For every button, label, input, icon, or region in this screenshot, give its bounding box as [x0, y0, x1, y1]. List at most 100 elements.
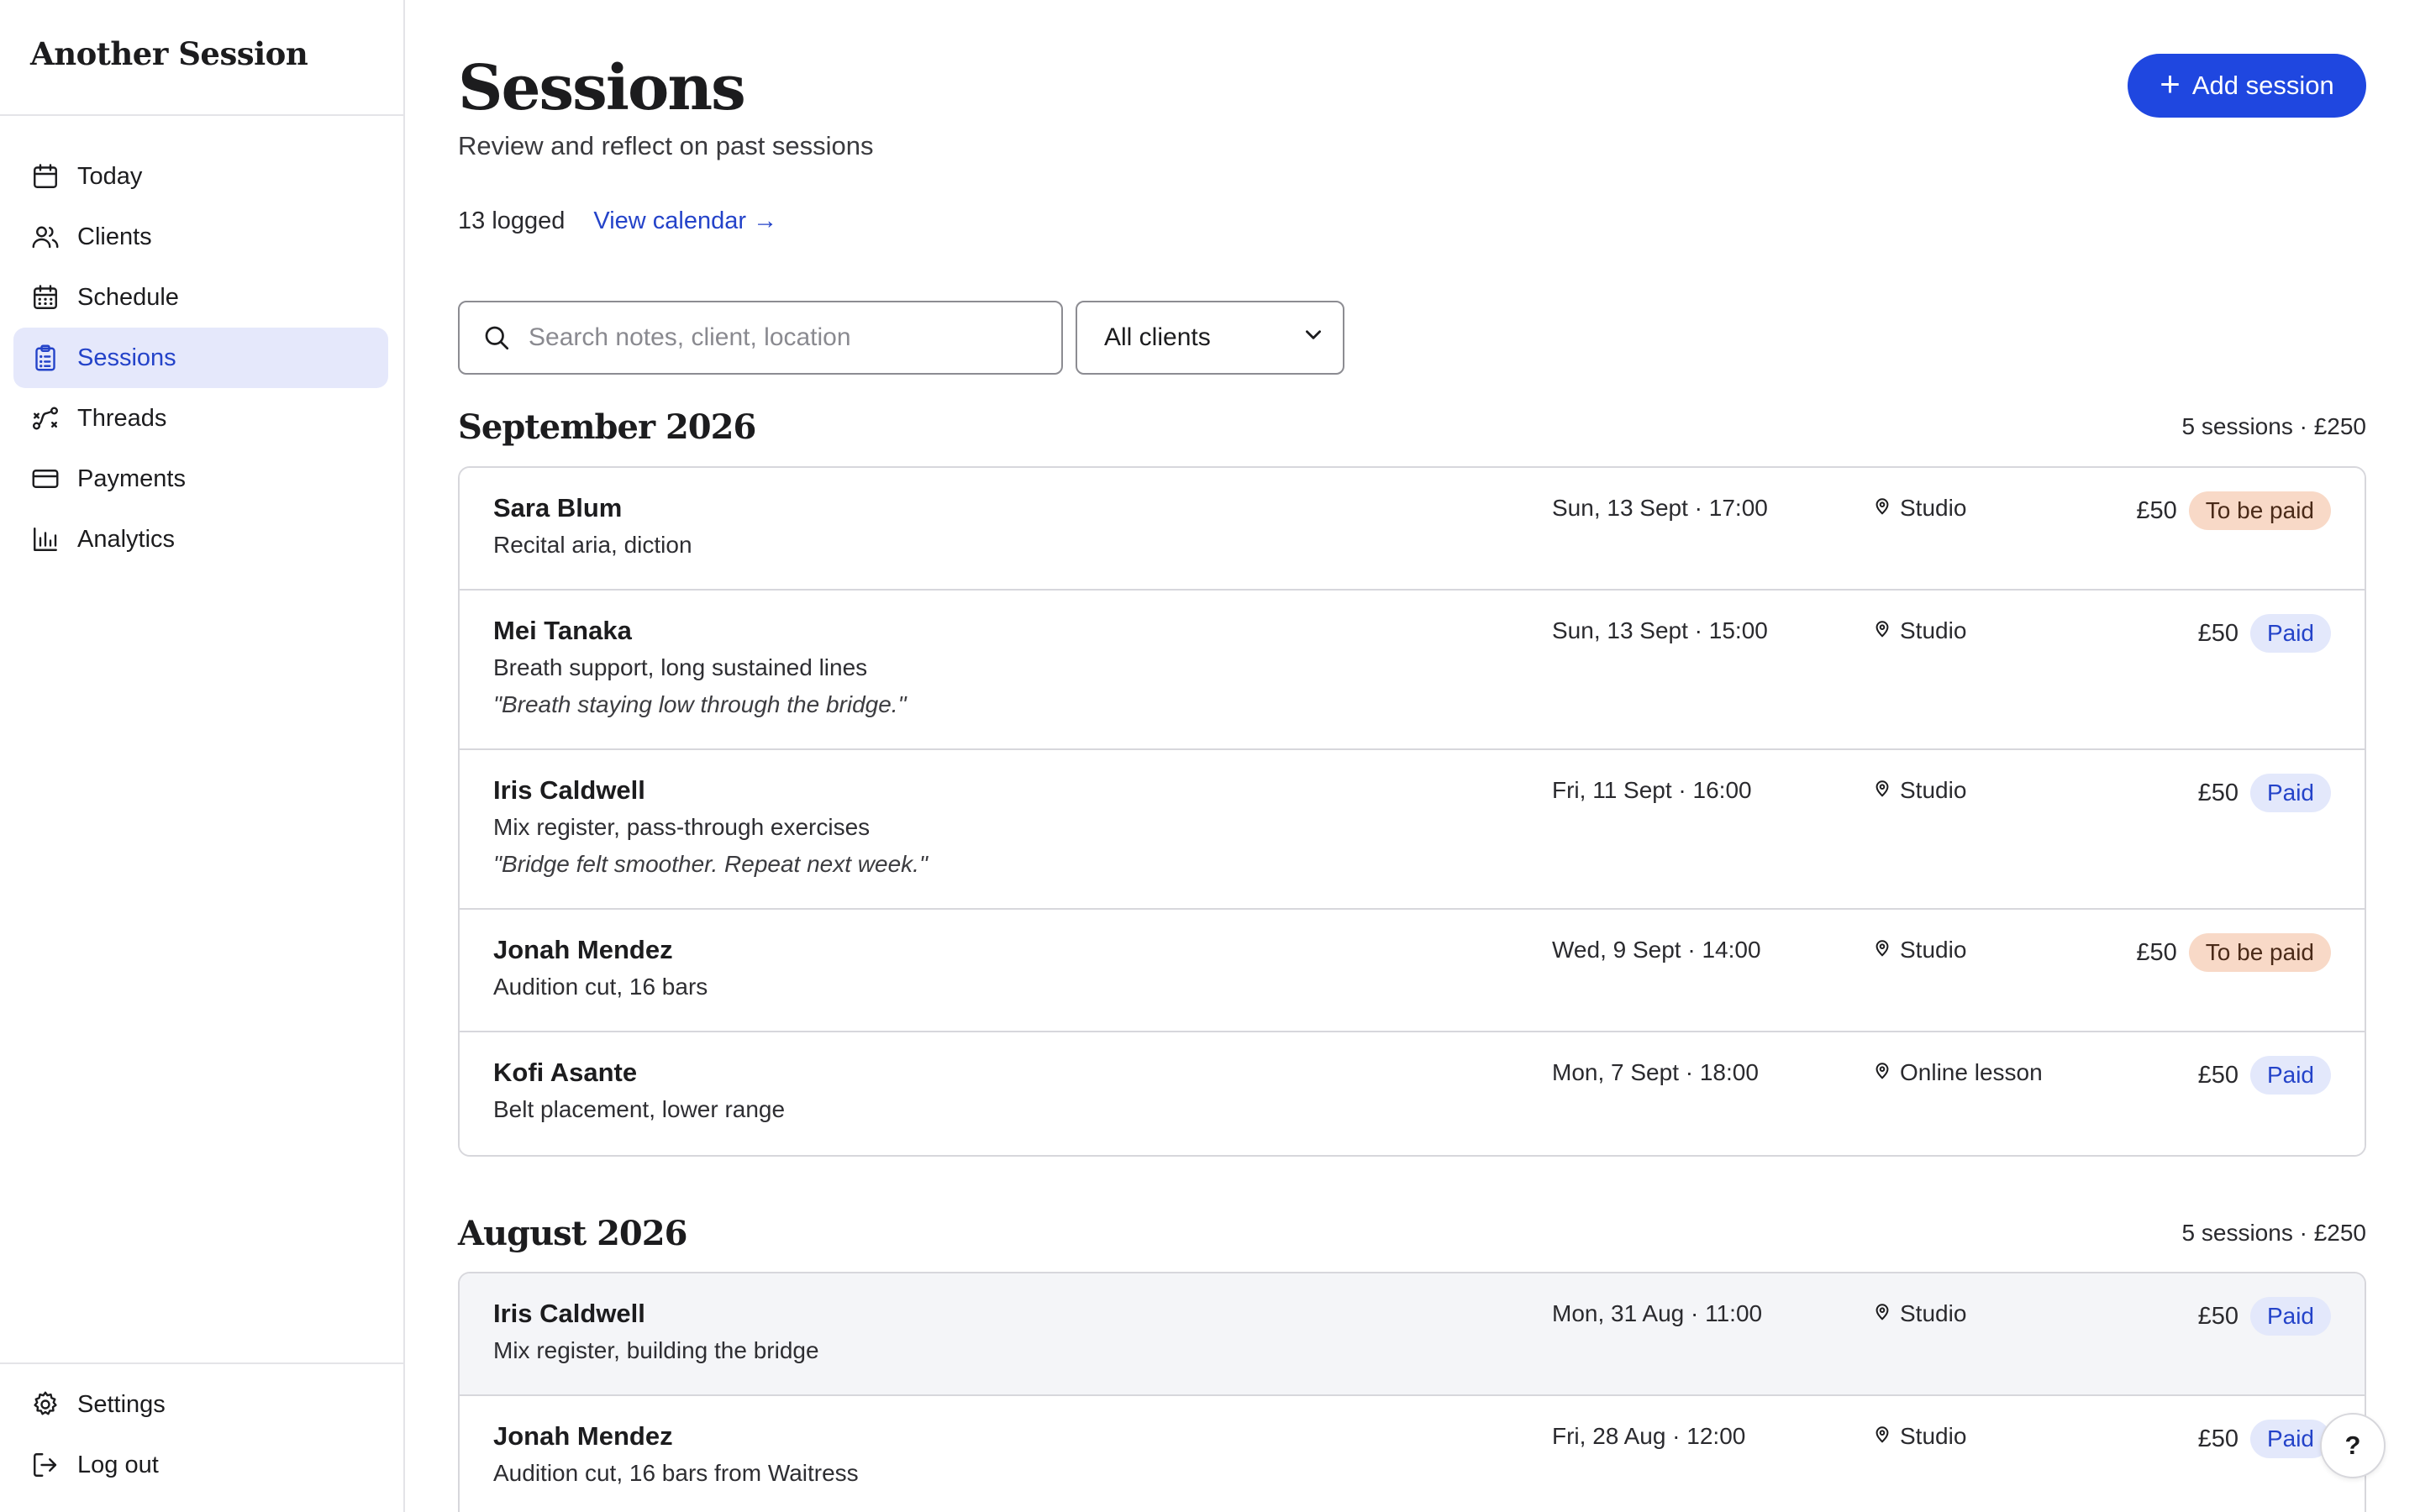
logout-icon [30, 1450, 60, 1480]
sidebar-item-today[interactable]: Today [13, 146, 388, 207]
payment-info: £50 Paid [2198, 1297, 2331, 1336]
sidebar-item-logout[interactable]: Log out [13, 1435, 388, 1495]
clipboard-icon [30, 343, 60, 373]
gear-icon [30, 1389, 60, 1420]
sidebar-item-label: Clients [77, 223, 152, 250]
sidebar-nav: Today Clients Schedule Sessions Threads [0, 116, 403, 570]
page-title: Sessions [458, 52, 746, 124]
client-name: Mei Tanaka [493, 616, 632, 645]
session-row[interactable]: Jonah Mendez Audition cut, 16 bars from … [460, 1396, 2365, 1512]
sidebar-item-schedule[interactable]: Schedule [13, 267, 388, 328]
session-topic: Audition cut, 16 bars [493, 974, 708, 1000]
sidebar-item-label: Settings [77, 1390, 166, 1418]
search-box[interactable] [458, 301, 1063, 375]
session-location: Online lesson [1873, 1059, 2043, 1086]
sidebar-item-clients[interactable]: Clients [13, 207, 388, 267]
sidebar-item-sessions[interactable]: Sessions [13, 328, 388, 388]
session-date: Sun, 13 Sept · 15:00 [1552, 617, 1768, 643]
session-row[interactable]: Kofi Asante Belt placement, lower range … [460, 1032, 2365, 1155]
status-badge: Paid [2249, 1056, 2331, 1095]
location-pin-icon [1873, 617, 1891, 644]
page-subtitle: Review and reflect on past sessions [458, 131, 874, 160]
sidebar-item-threads[interactable]: Threads [13, 388, 388, 449]
month-header: September 2026 5 sessions · £250 [458, 402, 2366, 452]
session-amount: £50 [2136, 496, 2177, 524]
status-badge: To be paid [2188, 933, 2331, 972]
payment-info: £50 To be paid [2136, 933, 2331, 972]
session-amount: £50 [2197, 1302, 2238, 1330]
sidebar-item-analytics[interactable]: Analytics [13, 509, 388, 570]
session-row[interactable]: Jonah Mendez Audition cut, 16 bars Wed, … [460, 910, 2365, 1032]
sidebar-item-label: Payments [77, 465, 186, 492]
client-name: Kofi Asante [493, 1058, 638, 1087]
payment-info: £50 Paid [2198, 1056, 2331, 1095]
session-amount: £50 [2197, 619, 2238, 647]
session-date: Fri, 11 Sept · 16:00 [1552, 777, 1752, 803]
session-amount: £50 [2136, 938, 2177, 966]
month-header: August 2026 5 sessions · £250 [458, 1208, 2366, 1258]
session-topic: Belt placement, lower range [493, 1096, 786, 1122]
session-row[interactable]: Iris Caldwell Mix register, building the… [460, 1273, 2365, 1396]
sidebar-item-label: Schedule [77, 283, 179, 311]
session-note: "Bridge felt smoother. Repeat next week.… [493, 851, 928, 877]
session-location: Studio [1873, 1423, 1966, 1450]
session-topic: Mix register, building the bridge [493, 1337, 819, 1363]
location-pin-icon [1873, 777, 1891, 804]
users-icon [30, 222, 60, 252]
location-label: Studio [1900, 777, 1967, 803]
session-date: Mon, 7 Sept · 18:00 [1552, 1059, 1759, 1085]
credit-card-icon [30, 464, 60, 494]
session-list: Sara Blum Recital aria, diction Sun, 13 … [458, 466, 2366, 1157]
session-date: Fri, 28 Aug · 12:00 [1552, 1423, 1746, 1449]
add-session-button[interactable]: + Add session [2128, 54, 2366, 118]
session-location: Studio [1873, 777, 1966, 804]
session-row[interactable]: Sara Blum Recital aria, diction Sun, 13 … [460, 468, 2365, 591]
payment-info: £50 To be paid [2136, 491, 2331, 530]
session-amount: £50 [2197, 779, 2238, 806]
logged-count: 13 logged [458, 207, 566, 234]
month-summary: 5 sessions · £250 [2181, 1220, 2366, 1246]
search-input[interactable] [529, 323, 1050, 352]
client-filter-value: All clients [1104, 323, 1211, 351]
payment-info: £50 Paid [2198, 1420, 2331, 1458]
location-pin-icon [1873, 1423, 1891, 1450]
calendar-grid-icon [30, 282, 60, 312]
month-summary: 5 sessions · £250 [2181, 413, 2366, 439]
session-row[interactable]: Iris Caldwell Mix register, pass-through… [460, 750, 2365, 910]
location-label: Studio [1900, 617, 1967, 643]
status-badge: Paid [2249, 774, 2331, 812]
client-name: Jonah Mendez [493, 935, 673, 964]
client-name: Iris Caldwell [493, 1299, 645, 1328]
session-location: Studio [1873, 617, 1966, 644]
location-label: Studio [1900, 1423, 1967, 1449]
session-row[interactable]: Mei Tanaka Breath support, long sustaine… [460, 591, 2365, 750]
session-stats: 13 logged View calendar → [458, 207, 777, 235]
session-note: "Breath staying low through the bridge." [493, 691, 907, 717]
client-name: Iris Caldwell [493, 775, 645, 805]
location-pin-icon [1873, 495, 1891, 522]
location-label: Studio [1900, 937, 1967, 963]
session-topic: Recital aria, diction [493, 532, 692, 558]
session-date: Wed, 9 Sept · 14:00 [1552, 937, 1761, 963]
sidebar-item-settings[interactable]: Settings [13, 1374, 388, 1435]
session-topic: Breath support, long sustained lines [493, 654, 868, 680]
location-label: Studio [1900, 495, 1967, 521]
client-name: Sara Blum [493, 493, 623, 522]
add-session-label: Add session [2191, 71, 2334, 100]
location-pin-icon [1873, 1300, 1891, 1327]
session-amount: £50 [2197, 1425, 2238, 1452]
session-location: Studio [1873, 495, 1966, 522]
sidebar-item-payments[interactable]: Payments [13, 449, 388, 509]
help-button[interactable]: ? [2320, 1413, 2386, 1478]
calendar-icon [30, 161, 60, 192]
month-title: September 2026 [458, 407, 756, 447]
status-badge: To be paid [2188, 491, 2331, 530]
client-filter-select[interactable]: All clients [1076, 301, 1344, 375]
location-pin-icon [1873, 937, 1891, 963]
threads-icon [30, 403, 60, 433]
status-badge: Paid [2249, 1420, 2331, 1458]
view-calendar-link[interactable]: View calendar → [593, 207, 777, 235]
bar-chart-icon [30, 524, 60, 554]
session-date: Mon, 31 Aug · 11:00 [1552, 1300, 1763, 1326]
session-amount: £50 [2197, 1061, 2238, 1089]
